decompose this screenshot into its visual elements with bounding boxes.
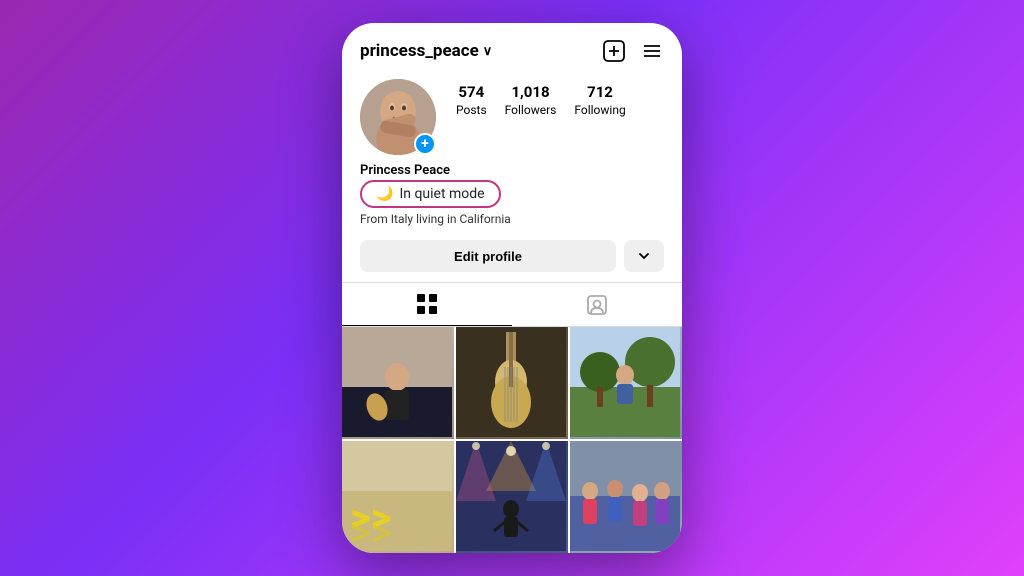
username-text: princess_peace (360, 41, 479, 61)
phone-frame: princess_peace ∨ (342, 23, 682, 553)
username-chevron[interactable]: ∨ (483, 44, 493, 59)
photo-cell-5[interactable] (456, 441, 568, 553)
header-icons-group (602, 39, 664, 63)
followers-count: 1,018 (511, 83, 549, 101)
edit-profile-button[interactable]: Edit profile (360, 240, 616, 272)
following-label: Following (574, 103, 625, 117)
bio-section: Princess Peace 🌙 In quiet mode From Ital… (342, 161, 682, 234)
photo-cell-3[interactable] (570, 327, 682, 439)
avatar-wrapper[interactable]: + (360, 79, 436, 155)
stat-following: 712 Following (574, 83, 625, 117)
bio-location: From Italy living in California (360, 212, 664, 226)
tab-tagged[interactable] (512, 283, 682, 326)
profile-header: princess_peace ∨ (342, 23, 682, 71)
photo-grid: >> >> (342, 327, 682, 553)
quiet-mode-badge[interactable]: 🌙 In quiet mode (360, 180, 501, 208)
new-post-icon[interactable] (602, 39, 626, 63)
profile-section: + 574 Posts 1,018 Followers 712 Followin… (342, 71, 682, 161)
photo-cell-2[interactable] (456, 327, 568, 439)
followers-label: Followers (505, 103, 557, 117)
dropdown-button[interactable] (624, 240, 664, 272)
stats-row: 574 Posts 1,018 Followers 712 Following (456, 79, 626, 117)
photo-cell-4[interactable]: >> >> (342, 441, 454, 553)
menu-icon[interactable] (640, 39, 664, 63)
display-name: Princess Peace (360, 163, 664, 178)
action-row: Edit profile (342, 234, 682, 282)
moon-icon: 🌙 (376, 186, 393, 202)
following-count: 712 (587, 83, 613, 101)
stat-followers: 1,018 Followers (505, 83, 557, 117)
photo-cell-6[interactable] (570, 441, 682, 553)
stat-posts: 574 Posts (456, 83, 487, 117)
posts-count: 574 (458, 83, 484, 101)
username-row[interactable]: princess_peace ∨ (360, 41, 492, 61)
tab-grid[interactable] (342, 283, 512, 326)
posts-label: Posts (456, 103, 487, 117)
svg-text:>>: >> (350, 509, 392, 551)
tabs-row (342, 282, 682, 327)
quiet-mode-text: In quiet mode (399, 186, 484, 202)
photo-cell-1[interactable] (342, 327, 454, 439)
avatar-add-story[interactable]: + (414, 133, 436, 155)
